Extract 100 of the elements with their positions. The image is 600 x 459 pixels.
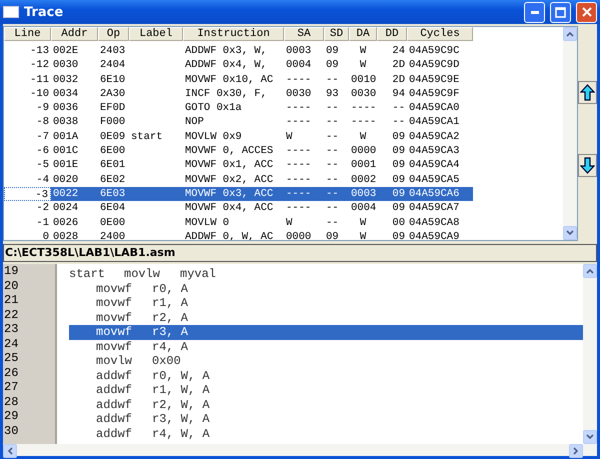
column-header[interactable]: Label — [129, 27, 183, 41]
table-cell-text: MOVLW 0x9 — [184, 130, 243, 144]
table-cell-text: 09 — [391, 130, 406, 144]
table-cell: -- — [324, 186, 349, 202]
table-cell-text: 04A59C9C — [408, 44, 460, 58]
table-cell-text: 0032 — [52, 72, 80, 87]
column-header[interactable]: SA — [284, 27, 324, 41]
column-header[interactable]: Line — [4, 27, 51, 41]
table-cell-text: -11 — [29, 72, 50, 87]
table-cell-text: ---- — [285, 158, 312, 173]
trace-row[interactable]: -3 0022 6E03 MOVWF 0x3, ACC ---- -- 0003 09 04A59CA6 — [4, 186, 563, 202]
table-cell-text: -6 — [35, 144, 50, 158]
table-cell-text: -13 — [29, 44, 50, 58]
table-cell-text: 04A59C9F — [408, 86, 460, 102]
table-cell-text: -1 — [35, 216, 50, 230]
scroll-right-button[interactable] — [569, 444, 583, 458]
chevron-down-icon — [586, 434, 594, 440]
column-header[interactable]: Addr — [51, 27, 98, 41]
table-cell-text: 0004 — [350, 201, 377, 216]
trace-row[interactable]: -13 002E 2403 ADDWF 0x3, W, 0003 09 W 24 04A59C9C — [4, 44, 563, 58]
minimize-button[interactable] — [524, 2, 545, 22]
table-cell-text: 0024 — [52, 201, 80, 216]
table-cell-text: 2D — [391, 58, 406, 73]
trace-row[interactable]: -1 0026 0E00 MOVLW 0 W -- W 00 04A59CA8 — [4, 216, 563, 230]
table-cell-text: 09 — [391, 230, 406, 240]
maximize-button[interactable] — [550, 2, 571, 22]
scroll-up-button[interactable] — [563, 27, 577, 41]
trace-row[interactable]: -7 001A 0E09 start MOVLW 0x9 W -- W 09 04A59CA2 — [4, 130, 563, 144]
column-header[interactable]: DD — [377, 27, 407, 41]
line-number: 24 — [3, 336, 20, 351]
table-cell-text: 0E00 — [99, 216, 126, 230]
table-cell-text: -5 — [35, 158, 50, 173]
column-header[interactable]: SD — [324, 27, 349, 41]
table-cell-text: W — [358, 230, 368, 240]
table-cell-text: 0020 — [52, 172, 80, 187]
table-cell-text: ---- — [285, 172, 312, 187]
line-number: 26 — [3, 366, 20, 380]
trace-row[interactable]: -4 0020 6E02 MOVWF 0x2, ACC ---- -- 0002 09 04A59CA5 — [4, 172, 563, 187]
line-number: 30 — [3, 424, 20, 438]
step-down-button[interactable] — [578, 154, 597, 177]
column-header[interactable]: DA — [349, 27, 377, 41]
scroll-up-button[interactable] — [583, 264, 597, 278]
down-arrow-icon — [580, 157, 595, 174]
table-cell-text: 2400 — [99, 230, 126, 240]
trace-row[interactable]: -6 001C 6E00 MOVWF 0, ACCES ---- -- 0000 09 04A59CA3 — [4, 144, 563, 158]
line-number: 19 — [3, 264, 20, 278]
trace-row[interactable]: -12 0030 2404 ADDWF 0x4, W, 0004 09 W 2D 04A59C9D — [4, 58, 563, 73]
trace-row[interactable]: -10 0034 2A30 INCF 0x30, F, 0030 93 0030 94 04A59C9F — [4, 86, 563, 102]
table-cell-text: ---- — [285, 72, 312, 87]
table-cell-text: -12 — [29, 58, 50, 73]
line-number: 22 — [3, 308, 20, 322]
chevron-up-icon — [566, 31, 574, 37]
table-cell-text: 0 — [42, 230, 50, 240]
line-number: 28 — [3, 394, 20, 409]
table-cell-text: 04A59CA3 — [408, 144, 460, 158]
table-cell-text: NOP — [184, 115, 205, 130]
table-cell-text: W — [285, 216, 294, 230]
close-button[interactable] — [576, 2, 597, 22]
table-cell-text: 0004 — [285, 58, 312, 73]
table-cell-text: -- — [325, 130, 340, 144]
table-cell-text: -- — [325, 216, 340, 230]
table-cell-text: 24 — [391, 44, 406, 58]
scroll-left-button[interactable] — [3, 444, 17, 458]
table-cell-text: -- — [325, 101, 340, 116]
table-cell: ---- — [284, 186, 324, 202]
window-icon — [3, 6, 19, 18]
scroll-down-button[interactable] — [563, 226, 577, 240]
table-cell-text: MOVWF 0x10, AC — [184, 72, 274, 87]
table-cell-text: 2404 — [99, 58, 126, 73]
table-cell-text: 09 — [391, 201, 406, 216]
table-cell-text: W — [358, 130, 368, 144]
table-cell-text: -- — [391, 115, 406, 130]
table-cell-text: start — [130, 130, 164, 144]
step-up-button[interactable] — [578, 81, 597, 104]
table-cell-text: F000 — [99, 115, 126, 130]
trace-row[interactable]: -5 001E 6E01 MOVWF 0x1, ACC ---- -- 0001 09 04A59CA4 — [4, 158, 563, 173]
trace-row[interactable]: -8 0038 F000 NOP ---- -- ---- -- 04A59CA1 — [4, 115, 563, 130]
table-cell-text: 2D — [391, 72, 406, 87]
table-cell-text: INCF 0x30, F, — [184, 86, 268, 102]
table-cell: 09 — [377, 186, 407, 202]
table-cell-text: 09 — [391, 172, 406, 187]
table-cell-text: W — [358, 216, 368, 230]
scroll-down-button[interactable] — [583, 430, 597, 444]
code-line: start movlw myval — [69, 267, 218, 282]
column-header[interactable]: Op — [98, 27, 129, 41]
trace-row[interactable]: -11 0032 6E10 MOVWF 0x10, AC ---- -- 0010 2D 04A59C9E — [4, 72, 563, 87]
table-cell-text: -10 — [29, 86, 50, 102]
column-header[interactable]: Cycles — [407, 27, 473, 41]
table-cell-text: 0010 — [350, 72, 377, 87]
code-line: addwf r2, W, A — [95, 398, 211, 412]
table-cell-text: -- — [325, 115, 340, 130]
table-cell: 0003 — [349, 186, 377, 202]
column-header[interactable]: Instruction — [183, 27, 284, 41]
trace-row[interactable]: -2 0024 6E04 MOVWF 0x4, ACC ---- -- 0004 09 04A59CA7 — [4, 201, 563, 216]
code-line: addwf r0, W, A — [95, 368, 211, 383]
trace-row[interactable]: -9 0036 EF0D GOTO 0x1a ---- -- ---- -- 04A59CA0 — [4, 101, 563, 116]
table-cell: 6E03 — [98, 186, 129, 202]
table-cell-text: 04A59CA5 — [408, 172, 460, 187]
line-number: 27 — [3, 380, 20, 394]
code-line: movwf r2, A — [95, 310, 190, 325]
